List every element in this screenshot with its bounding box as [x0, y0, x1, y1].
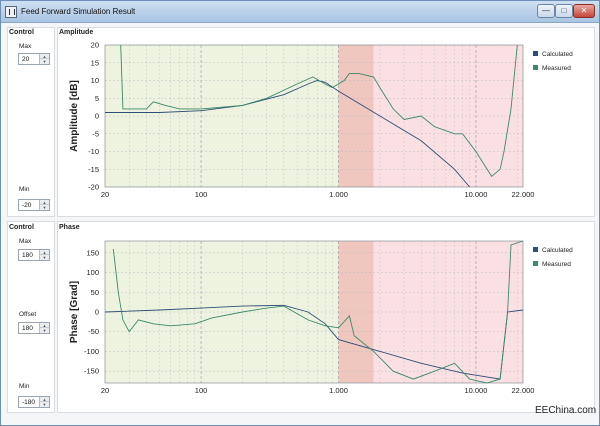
phase-min-value: -180	[22, 399, 36, 406]
y-tick-label: -10	[88, 147, 99, 156]
legend-label: Measured	[542, 261, 571, 268]
frequency-band	[338, 45, 374, 187]
y-tick-label: -150	[84, 367, 99, 376]
y-tick-label: -100	[84, 347, 99, 356]
x-tick-label: 22.000	[512, 386, 535, 395]
phase-min-spin-arrows[interactable]: ▲ ▼	[39, 397, 49, 407]
x-tick-label: 10.000	[464, 386, 487, 395]
frequency-band	[338, 241, 374, 383]
amplitude-min-value: -20	[22, 202, 32, 209]
y-tick-label: 0	[95, 112, 99, 121]
phase-min-label: Min	[19, 383, 30, 390]
x-tick-label: 100	[195, 190, 208, 199]
amplitude-chart-title: Amplitude	[59, 29, 94, 36]
app-icon	[5, 6, 17, 18]
amplitude-chart: 20151050-5-10-15-2020 100 1.000 10.000 22.00…	[69, 41, 573, 200]
legend-label: Calculated	[542, 247, 573, 254]
phase-offset-spinbox[interactable]: 180 ▲ ▼	[18, 322, 50, 334]
spin-down-icon[interactable]: ▼	[40, 59, 49, 64]
y-axis-label: Amplitude [dB]	[69, 80, 80, 152]
x-tick-label: 22.000	[512, 190, 535, 199]
phase-chart: 150 100 50 0 -50 -100 -150 20 100 1.000 10.000 22.0…	[69, 240, 573, 395]
amplitude-min-spinbox[interactable]: -20 ▲ ▼	[18, 199, 50, 211]
y-tick-label: -20	[88, 183, 99, 192]
watermark-text: EEChina.com	[535, 405, 597, 416]
y-tick-label: 100	[86, 268, 99, 277]
y-tick-label: -5	[92, 129, 99, 138]
x-tick-label: 1.000	[329, 386, 348, 395]
y-tick-label: -50	[88, 327, 99, 336]
phase-min-spinbox[interactable]: -180 ▲ ▼	[18, 396, 50, 408]
window-title: Feed Forward Simulation Result	[21, 7, 136, 16]
amplitude-max-value: 20	[22, 56, 30, 63]
y-tick-label: 50	[91, 288, 99, 297]
phase-offset-label: Offset	[19, 311, 37, 318]
x-tick-label: 20	[101, 190, 109, 199]
amplitude-min-spin-arrows[interactable]: ▲ ▼	[39, 200, 49, 210]
y-tick-label: -15	[88, 165, 99, 174]
y-axis-label: Phase [Grad]	[69, 281, 80, 343]
x-tick-label: 10.000	[464, 190, 487, 199]
amplitude-control-title: Control	[9, 29, 34, 36]
y-tick-label: 5	[95, 94, 99, 103]
legend-swatch	[533, 261, 538, 266]
phase-max-spin-arrows[interactable]: ▲ ▼	[39, 250, 49, 260]
y-tick-label: 0	[95, 308, 99, 317]
simulation-result-window: Feed Forward Simulation Result — □ ✕ Con…	[0, 0, 600, 426]
spin-down-icon[interactable]: ▼	[40, 255, 49, 260]
amplitude-max-label: Max	[19, 43, 32, 50]
y-tick-label: 150	[86, 248, 99, 257]
spin-down-icon[interactable]: ▼	[40, 402, 49, 407]
amplitude-max-spinbox[interactable]: 20 ▲ ▼	[18, 53, 50, 65]
y-tick-label: 15	[91, 58, 99, 67]
amplitude-min-label: Min	[19, 186, 30, 193]
y-tick-label: 10	[91, 76, 99, 85]
phase-max-label: Max	[19, 238, 32, 245]
x-tick-label: 100	[195, 386, 208, 395]
spin-down-icon[interactable]: ▼	[40, 328, 49, 333]
minimize-button[interactable]: —	[537, 4, 555, 18]
legend-label: Calculated	[542, 51, 573, 58]
legend-swatch	[533, 247, 538, 252]
maximize-button[interactable]: □	[555, 4, 573, 18]
spin-down-icon[interactable]: ▼	[40, 205, 49, 210]
legend-swatch	[533, 51, 538, 56]
x-tick-label: 1.000	[329, 190, 348, 199]
frequency-band	[373, 241, 523, 383]
legend-label: Measured	[542, 65, 571, 72]
x-tick-label: 20	[101, 386, 109, 395]
phase-max-spinbox[interactable]: 180 ▲ ▼	[18, 249, 50, 261]
phase-control-title: Control	[9, 224, 34, 231]
phase-max-value: 180	[22, 252, 33, 259]
y-tick-label: 20	[91, 41, 99, 50]
legend-swatch	[533, 65, 538, 70]
phase-chart-title: Phase	[59, 224, 80, 231]
amplitude-max-spin-arrows[interactable]: ▲ ▼	[39, 54, 49, 64]
close-button[interactable]: ✕	[573, 4, 595, 18]
phase-offset-value: 180	[22, 325, 33, 332]
title-bar: Feed Forward Simulation Result — □ ✕	[1, 1, 599, 23]
phase-offset-spin-arrows[interactable]: ▲ ▼	[39, 323, 49, 333]
